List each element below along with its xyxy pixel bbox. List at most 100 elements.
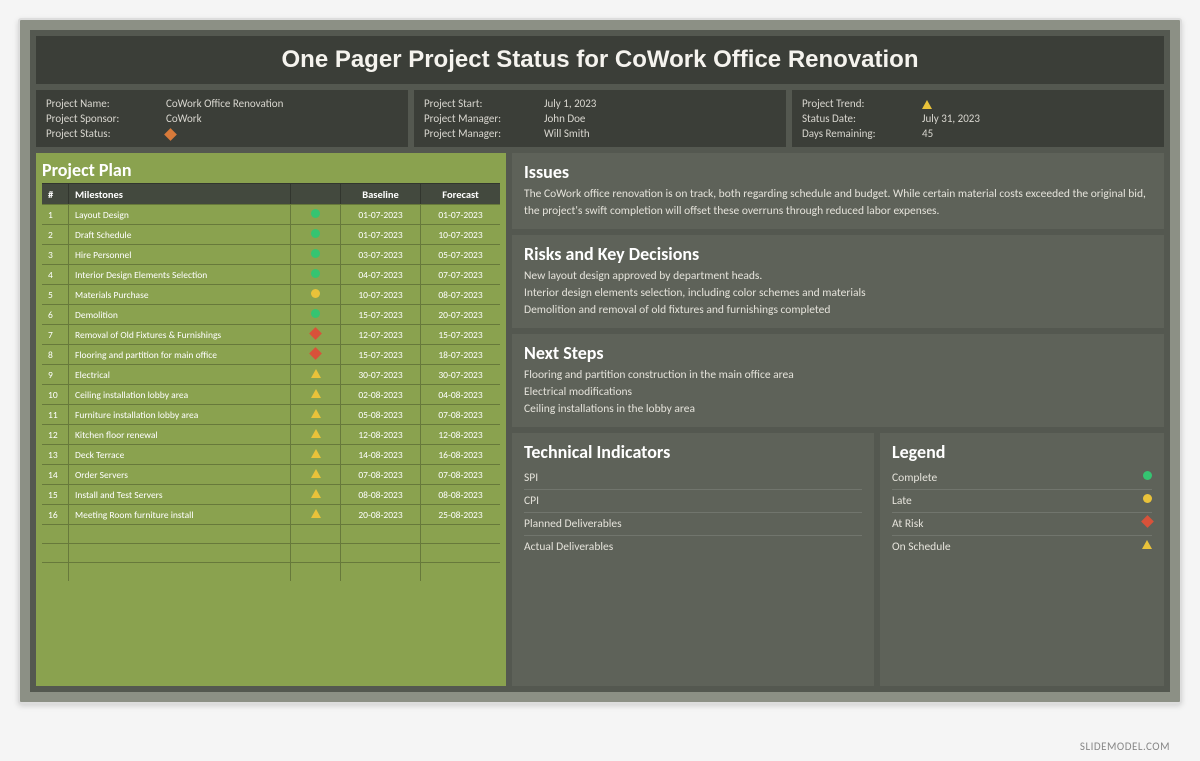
plan-header-milestone: Milestones [68, 184, 290, 204]
row-baseline: 15-07-2023 [340, 305, 420, 324]
row-num: 9 [42, 365, 68, 384]
meta-value [922, 97, 1154, 110]
row-num: 7 [42, 325, 68, 344]
row-num: 16 [42, 505, 68, 524]
diamond-red-icon [309, 347, 322, 360]
row-status [290, 485, 340, 504]
plan-header-num: # [42, 184, 68, 204]
row-status [290, 425, 340, 444]
meta-value [166, 127, 398, 140]
legend-item: On Schedule [892, 535, 1152, 558]
circle-yellow-icon [311, 289, 320, 298]
meta-line: Project Start:July 1, 2023 [424, 96, 776, 111]
table-row: 16Meeting Room furniture install20-08-20… [42, 504, 500, 524]
row-milestone: Interior Design Elements Selection [68, 265, 290, 284]
risks-title: Risks and Key Decisions [524, 243, 1152, 265]
circle-green-icon [311, 229, 320, 238]
table-row-empty [42, 543, 500, 562]
row-num: 10 [42, 385, 68, 404]
row-forecast: 12-08-2023 [420, 425, 500, 444]
meta-line: Project Status: [46, 126, 398, 141]
meta-label: Project Start: [424, 97, 544, 110]
row-num: 3 [42, 245, 68, 264]
table-row: 13Deck Terrace14-08-202316-08-2023 [42, 444, 500, 464]
row-milestone: Electrical [68, 365, 290, 384]
meta-line: Status Date:July 31, 2023 [802, 111, 1154, 126]
row-milestone: Removal of Old Fixtures & Furnishings [68, 325, 290, 344]
row-baseline: 15-07-2023 [340, 345, 420, 364]
meta-value: July 1, 2023 [544, 97, 776, 110]
slide-inner: One Pager Project Status for CoWork Offi… [30, 30, 1170, 692]
row-baseline: 10-07-2023 [340, 285, 420, 304]
row-milestone: Hire Personnel [68, 245, 290, 264]
row-baseline: 01-07-2023 [340, 225, 420, 244]
row-forecast: 16-08-2023 [420, 445, 500, 464]
diamond-red-icon [309, 327, 322, 340]
issues-text: The CoWork office renovation is on track… [524, 186, 1152, 219]
row-forecast: 18-07-2023 [420, 345, 500, 364]
table-row: 3Hire Personnel03-07-202305-07-2023 [42, 244, 500, 264]
circle-green-icon [311, 269, 320, 278]
plan-header-baseline: Baseline [340, 184, 420, 204]
meta-label: Project Manager: [424, 112, 544, 125]
row-status [290, 325, 340, 344]
risks-line: Demolition and removal of old fixtures a… [524, 302, 1152, 319]
issues-panel: Issues The CoWork office renovation is o… [512, 153, 1164, 229]
row-milestone: Flooring and partition for main office [68, 345, 290, 364]
meta-value: July 31, 2023 [922, 112, 1154, 125]
row-status [290, 305, 340, 324]
circle-green-icon [311, 249, 320, 258]
meta-value: CoWork Office Renovation [166, 97, 398, 110]
issues-title: Issues [524, 161, 1152, 183]
row-num: 4 [42, 265, 68, 284]
row-num: 14 [42, 465, 68, 484]
circle-green-icon [311, 309, 320, 318]
row-num: 2 [42, 225, 68, 244]
row-forecast: 20-07-2023 [420, 305, 500, 324]
row-milestone: Deck Terrace [68, 445, 290, 464]
meta-value: CoWork [166, 112, 398, 125]
row-status [290, 265, 340, 284]
triangle-yellow-icon [922, 100, 932, 109]
risks-text: New layout design approved by department… [524, 268, 1152, 318]
meta-line: Days Remaining:45 [802, 126, 1154, 141]
table-row: 12Kitchen floor renewal 12-08-202312-08-2… [42, 424, 500, 444]
table-row: 11Furniture installation lobby area05-08… [42, 404, 500, 424]
row-num: 13 [42, 445, 68, 464]
table-row: 10Ceiling installation lobby area02-08-2… [42, 384, 500, 404]
meta-value: John Doe [544, 112, 776, 125]
slide-outer: One Pager Project Status for CoWork Offi… [18, 18, 1182, 704]
table-row: 15Install and Test Servers08-08-202308-0… [42, 484, 500, 504]
meta-label: Days Remaining: [802, 127, 922, 140]
row-status [290, 465, 340, 484]
meta-label: Project Manager: [424, 127, 544, 140]
tech-items: SPICPIPlanned DeliverablesActual Deliver… [524, 467, 862, 558]
triangle-yellow-icon [311, 429, 321, 438]
row-milestone: Install and Test Servers [68, 485, 290, 504]
meta-line: Project Manager:Will Smith [424, 126, 776, 141]
row-forecast: 08-08-2023 [420, 485, 500, 504]
row-status [290, 445, 340, 464]
tech-indicator: Actual Deliverables [524, 535, 862, 558]
plan-body: 1Layout Design01-07-202301-07-20232Draft… [42, 204, 500, 684]
row-baseline: 05-08-2023 [340, 405, 420, 424]
plan-header: # Milestones Baseline Forecast [42, 183, 500, 204]
meta-label: Status Date: [802, 112, 922, 125]
row-milestone: Draft Schedule [68, 225, 290, 244]
meta-label: Project Name: [46, 97, 166, 110]
triangle-yellow-icon [311, 509, 321, 518]
triangle-yellow-icon [311, 389, 321, 398]
row-baseline: 07-08-2023 [340, 465, 420, 484]
table-row: 8Flooring and partition for main office1… [42, 344, 500, 364]
row-forecast: 07-07-2023 [420, 265, 500, 284]
row-milestone: Kitchen floor renewal [68, 425, 290, 444]
triangle-yellow-icon [1142, 540, 1152, 549]
row-baseline: 12-08-2023 [340, 425, 420, 444]
table-row: 14Order Servers07-08-202307-08-2023 [42, 464, 500, 484]
row-forecast: 25-08-2023 [420, 505, 500, 524]
legend-item: Complete [892, 467, 1152, 489]
diamond-orange-icon [164, 128, 177, 141]
legend-item: At Risk [892, 512, 1152, 535]
row-num: 12 [42, 425, 68, 444]
circle-green-icon [311, 209, 320, 218]
